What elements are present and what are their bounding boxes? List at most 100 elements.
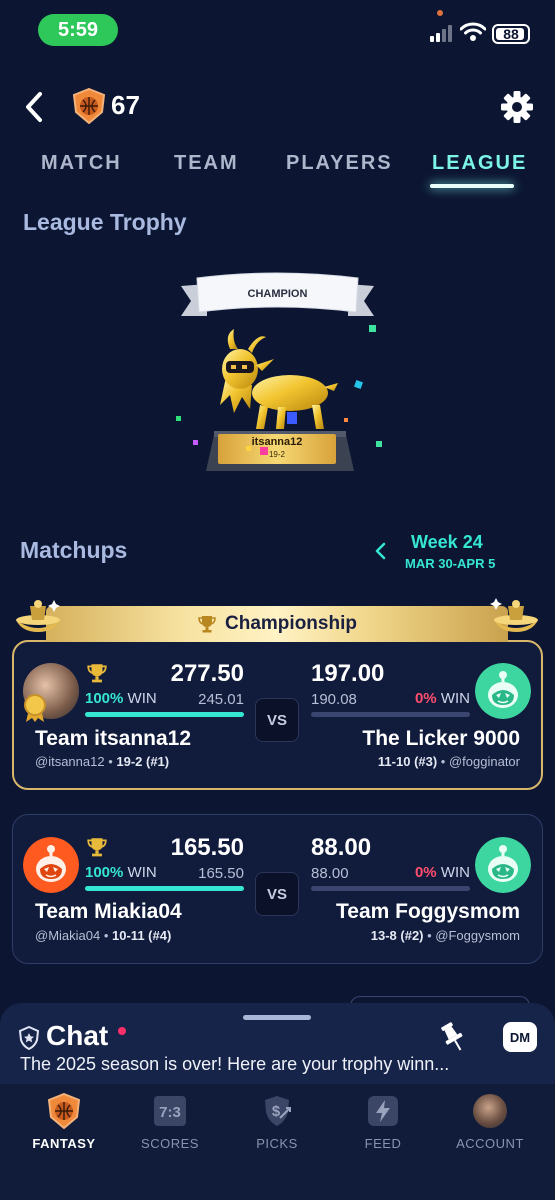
win-probability-right: 0% WIN — [400, 864, 470, 881]
team-record: 19-2 (#1) — [116, 754, 170, 769]
win-bar-right — [311, 712, 470, 717]
team-handle: @Miakia04 — [35, 928, 101, 943]
basketball-shield-icon — [72, 88, 106, 124]
active-tab-indicator — [430, 184, 514, 188]
avatar-fogginator[interactable] — [475, 663, 531, 719]
week-label[interactable]: Week 24 — [411, 532, 483, 553]
trophy-plaque-record: 19-2 — [268, 450, 285, 459]
nav-label: PICKS — [256, 1136, 298, 1151]
trophy-icon — [87, 664, 107, 683]
svg-text:7:3: 7:3 — [159, 1104, 181, 1121]
nav-item-scores[interactable]: 7:3 SCORES — [120, 1094, 220, 1151]
win-word: WIN — [127, 690, 157, 707]
win-percent: 0% — [414, 864, 437, 881]
previous-week-arrow-icon[interactable] — [372, 540, 390, 562]
win-bar-left — [85, 712, 244, 717]
status-time: 5:59 — [38, 14, 118, 46]
nav-label: FANTASY — [32, 1136, 96, 1151]
pin-icon[interactable] — [438, 1020, 468, 1054]
score-left: 165.50 — [170, 834, 244, 861]
tab-team[interactable]: TEAM — [174, 152, 239, 175]
win-probability-right: 0% WIN — [400, 690, 470, 707]
team-handle: @fogginator — [448, 754, 520, 769]
level-number: 67 — [111, 90, 140, 120]
win-percent: 0% — [414, 690, 437, 707]
back-arrow-icon[interactable] — [20, 90, 50, 124]
dm-button[interactable]: DM — [503, 1022, 537, 1052]
trophy-plaque-name: itsanna12 — [251, 436, 303, 448]
nav-item-account[interactable]: ACCOUNT — [440, 1094, 540, 1151]
nav-label: FEED — [364, 1136, 402, 1151]
score-left: 277.50 — [170, 660, 244, 687]
tab-league[interactable]: LEAGUE — [432, 152, 527, 175]
avatar-miakia04[interactable] — [23, 837, 79, 893]
team-meta-left: @itsanna12 • 19-2 (#1) — [35, 754, 170, 769]
basketball-shield-icon — [47, 1093, 81, 1129]
win-probability-left: 100% WIN — [85, 864, 157, 881]
projected-score-left: 245.01 — [198, 691, 244, 708]
team-record: 13-8 (#2) — [370, 928, 424, 943]
win-percent: 100% — [85, 690, 124, 707]
confetti-piece — [260, 447, 268, 455]
battery-level: 88 — [503, 26, 519, 42]
vs-badge: VS — [255, 698, 299, 742]
section-title-matchups: Matchups — [20, 537, 128, 563]
team-name-left: Team itsanna12 — [35, 727, 192, 750]
win-bar-right — [311, 886, 470, 891]
win-bar-left — [85, 886, 244, 891]
score-right: 88.00 — [311, 834, 372, 861]
nav-item-picks[interactable]: $ PICKS — [227, 1094, 327, 1151]
team-record: 10-11 (#4) — [112, 928, 172, 943]
battery-icon: 88 — [492, 24, 530, 44]
trophy-icon — [87, 838, 107, 857]
ribbon-award-icon — [24, 694, 46, 722]
tab-players[interactable]: PLAYERS — [286, 152, 393, 175]
champion-ribbon — [181, 272, 374, 316]
confetti-piece — [369, 325, 376, 332]
confetti-piece — [246, 446, 251, 451]
champion-ribbon-label: CHAMPION — [247, 288, 308, 300]
sheet-grabber-handle[interactable] — [243, 1015, 311, 1020]
chat-preview-message[interactable]: The 2025 season is over! Here are your t… — [20, 1054, 449, 1075]
win-word: WIN — [440, 864, 470, 881]
nav-item-feed[interactable]: FEED — [333, 1094, 433, 1151]
week-dates: MAR 30-APR 5 — [405, 556, 496, 571]
trophy-icon — [198, 616, 216, 633]
confetti-piece — [376, 441, 382, 447]
win-word: WIN — [440, 690, 470, 707]
team-name-left: Team Miakia04 — [35, 900, 182, 923]
scoreboard-icon: 7:3 — [154, 1096, 186, 1126]
team-record: 11-10 (#3) — [377, 754, 438, 769]
team-meta-left: @Miakia04 • 10-11 (#4) — [35, 928, 172, 943]
confetti-piece — [193, 440, 198, 445]
vs-badge: VS — [255, 872, 299, 916]
win-percent: 100% — [85, 864, 124, 881]
lightning-icon — [368, 1096, 398, 1126]
nav-label: ACCOUNT — [456, 1136, 524, 1151]
projected-score-left: 165.50 — [198, 865, 244, 882]
chat-title[interactable]: Chat — [46, 1020, 108, 1052]
team-handle: @Foggysmom — [435, 928, 520, 943]
gold-lamp-decoration-left — [16, 600, 60, 632]
score-right: 197.00 — [311, 660, 385, 687]
win-word: WIN — [127, 864, 157, 881]
profile-avatar-icon — [473, 1094, 507, 1128]
win-probability-left: 100% WIN — [85, 690, 157, 707]
cellular-signal-icon — [430, 24, 456, 42]
gear-icon[interactable] — [500, 90, 534, 124]
nav-label: SCORES — [141, 1136, 199, 1151]
avatar-foggysmom[interactable] — [475, 837, 531, 893]
confetti-piece — [176, 416, 181, 421]
wifi-icon — [460, 22, 486, 41]
gold-lamp-decoration-right — [490, 598, 538, 632]
team-meta-right: 13-8 (#2) • @Foggysmom — [370, 928, 520, 943]
championship-label: Championship — [225, 613, 357, 634]
projected-score-right: 190.08 — [311, 691, 357, 708]
team-handle: @itsanna12 — [35, 754, 105, 769]
team-name-right: Team Foggysmom — [336, 900, 520, 923]
privacy-indicator-dot — [437, 10, 443, 16]
tab-match[interactable]: MATCH — [41, 152, 122, 175]
dm-label: DM — [509, 1029, 531, 1045]
chat-unread-dot — [118, 1027, 126, 1035]
nav-item-fantasy[interactable]: FANTASY — [14, 1093, 114, 1151]
